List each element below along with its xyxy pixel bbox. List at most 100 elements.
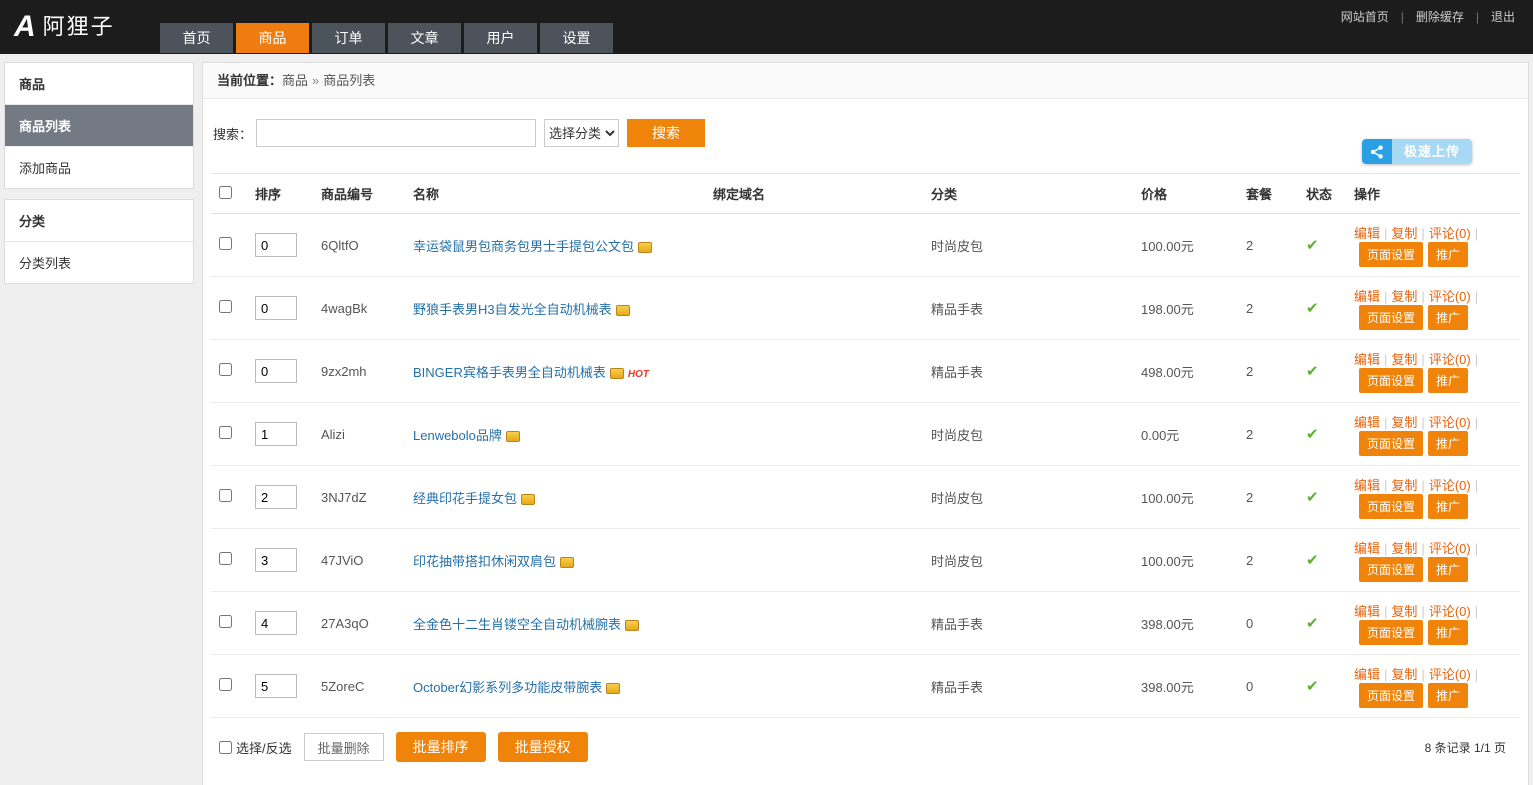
comments-link[interactable]: 评论(0) (1429, 352, 1471, 367)
batch-delete-button[interactable]: 批量删除 (304, 733, 384, 761)
nav-tab-settings[interactable]: 设置 (540, 23, 613, 53)
edit-link[interactable]: 编辑 (1354, 289, 1380, 304)
row-checkbox[interactable] (219, 300, 232, 313)
edit-link[interactable]: 编辑 (1354, 667, 1380, 682)
edit-link[interactable]: 编辑 (1354, 541, 1380, 556)
row-checkbox[interactable] (219, 426, 232, 439)
comments-link[interactable]: 评论(0) (1429, 541, 1471, 556)
row-checkbox[interactable] (219, 363, 232, 376)
category-select[interactable]: 选择分类 (544, 119, 619, 147)
product-name-link[interactable]: 野狼手表男H3自发光全自动机械表 (413, 302, 612, 317)
select-all-checkbox[interactable] (219, 186, 232, 199)
nav-tab-users[interactable]: 用户 (464, 23, 537, 53)
row-checkbox[interactable] (219, 237, 232, 250)
promote-button[interactable]: 推广 (1428, 431, 1468, 456)
row-checkbox[interactable] (219, 615, 232, 628)
promote-button[interactable]: 推广 (1428, 620, 1468, 645)
sidebar-item-add-product[interactable]: 添加商品 (5, 147, 193, 188)
page-setting-button[interactable]: 页面设置 (1359, 431, 1423, 456)
copy-link[interactable]: 复制 (1391, 289, 1417, 304)
row-checkbox[interactable] (219, 678, 232, 691)
nav-tab-orders[interactable]: 订单 (312, 23, 385, 53)
nav-tab-articles[interactable]: 文章 (388, 23, 461, 53)
comments-link[interactable]: 评论(0) (1429, 226, 1471, 241)
status-ok-icon: ✔ (1306, 426, 1319, 443)
separator: | (1475, 667, 1478, 682)
edit-link[interactable]: 编辑 (1354, 352, 1380, 367)
product-name-link[interactable]: 印花抽带搭扣休闲双肩包 (413, 554, 556, 569)
promote-button[interactable]: 推广 (1428, 494, 1468, 519)
product-name-link[interactable]: 全金色十二生肖镂空全自动机械腕表 (413, 617, 621, 632)
fast-upload-button[interactable]: 极速上传 (1362, 139, 1472, 164)
promote-button[interactable]: 推广 (1428, 683, 1468, 708)
select-invert-checkbox[interactable] (219, 741, 232, 754)
search-input[interactable] (256, 119, 536, 147)
page-setting-button[interactable]: 页面设置 (1359, 305, 1423, 330)
row-sort-input[interactable] (255, 485, 297, 509)
page-setting-button[interactable]: 页面设置 (1359, 242, 1423, 267)
separator: | (1421, 415, 1424, 430)
hot-badge: HOT (628, 369, 649, 380)
page-setting-button[interactable]: 页面设置 (1359, 368, 1423, 393)
top-links: 网站首页 | 删除缓存 | 退出 (1341, 8, 1515, 25)
logout-link[interactable]: 退出 (1491, 8, 1515, 25)
edit-link[interactable]: 编辑 (1354, 415, 1380, 430)
copy-link[interactable]: 复制 (1391, 604, 1417, 619)
row-sort-input[interactable] (255, 233, 297, 257)
sidebar-section-products: 商品 商品列表 添加商品 (4, 62, 194, 189)
edit-link[interactable]: 编辑 (1354, 604, 1380, 619)
comments-link[interactable]: 评论(0) (1429, 415, 1471, 430)
select-invert-label[interactable]: 选择/反选 (219, 738, 292, 757)
copy-link[interactable]: 复制 (1391, 415, 1417, 430)
separator: | (1384, 415, 1387, 430)
product-price: 100.00元 (1133, 529, 1238, 592)
product-package: 2 (1238, 403, 1298, 466)
copy-link[interactable]: 复制 (1391, 667, 1417, 682)
nav-tab-products[interactable]: 商品 (236, 23, 309, 53)
separator: | (1421, 667, 1424, 682)
product-name-link[interactable]: October幻影系列多功能皮带腕表 (413, 680, 602, 695)
search-button[interactable]: 搜索 (627, 119, 705, 147)
sidebar-item-category-list[interactable]: 分类列表 (5, 242, 193, 283)
status-ok-icon: ✔ (1306, 615, 1319, 632)
row-sort-input[interactable] (255, 296, 297, 320)
separator: | (1475, 604, 1478, 619)
product-name-link[interactable]: 幸运袋鼠男包商务包男士手提包公文包 (413, 239, 634, 254)
sidebar-item-product-list[interactable]: 商品列表 (5, 105, 193, 147)
batch-sort-button[interactable]: 批量排序 (396, 732, 486, 762)
comments-link[interactable]: 评论(0) (1429, 478, 1471, 493)
comments-link[interactable]: 评论(0) (1429, 667, 1471, 682)
product-name-link[interactable]: Lenwebolo品牌 (413, 428, 502, 443)
row-sort-input[interactable] (255, 611, 297, 635)
row-sort-input[interactable] (255, 674, 297, 698)
nav-tab-home[interactable]: 首页 (160, 23, 233, 53)
page-setting-button[interactable]: 页面设置 (1359, 683, 1423, 708)
clear-cache-link[interactable]: 删除缓存 (1416, 8, 1464, 25)
edit-link[interactable]: 编辑 (1354, 478, 1380, 493)
batch-auth-button[interactable]: 批量授权 (498, 732, 588, 762)
promote-button[interactable]: 推广 (1428, 305, 1468, 330)
status-ok-icon: ✔ (1306, 489, 1319, 506)
page-setting-button[interactable]: 页面设置 (1359, 620, 1423, 645)
row-checkbox[interactable] (219, 552, 232, 565)
row-sort-input[interactable] (255, 422, 297, 446)
page-setting-button[interactable]: 页面设置 (1359, 557, 1423, 582)
product-name-link[interactable]: BINGER宾格手表男全自动机械表 (413, 365, 606, 380)
comments-link[interactable]: 评论(0) (1429, 289, 1471, 304)
copy-link[interactable]: 复制 (1391, 226, 1417, 241)
row-sort-input[interactable] (255, 359, 297, 383)
copy-link[interactable]: 复制 (1391, 352, 1417, 367)
layout: 商品 商品列表 添加商品 分类 分类列表 当前位置：商品»商品列表 搜索： 选择… (0, 54, 1533, 785)
promote-button[interactable]: 推广 (1428, 557, 1468, 582)
row-sort-input[interactable] (255, 548, 297, 572)
comments-link[interactable]: 评论(0) (1429, 604, 1471, 619)
promote-button[interactable]: 推广 (1428, 242, 1468, 267)
edit-link[interactable]: 编辑 (1354, 226, 1380, 241)
copy-link[interactable]: 复制 (1391, 478, 1417, 493)
page-setting-button[interactable]: 页面设置 (1359, 494, 1423, 519)
product-name-link[interactable]: 经典印花手提女包 (413, 491, 517, 506)
row-checkbox[interactable] (219, 489, 232, 502)
copy-link[interactable]: 复制 (1391, 541, 1417, 556)
site-home-link[interactable]: 网站首页 (1341, 8, 1389, 25)
promote-button[interactable]: 推广 (1428, 368, 1468, 393)
